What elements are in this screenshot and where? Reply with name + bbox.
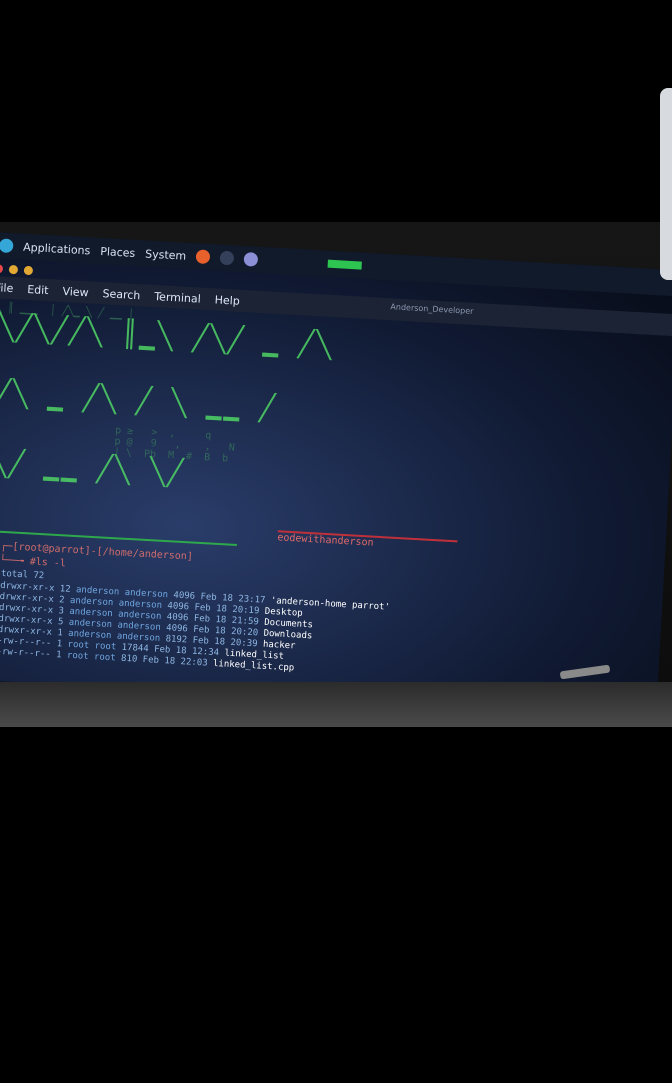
places-menu[interactable]: Places (100, 244, 136, 259)
maximize-icon[interactable] (23, 265, 34, 276)
menu-search[interactable]: Search (102, 287, 140, 302)
ls-size: 4096 (165, 623, 194, 635)
ls-group: root (93, 652, 122, 664)
laptop-screen: Applications Places System File Edit Vie… (0, 232, 672, 727)
firefox-icon[interactable] (195, 249, 211, 265)
prompt-user-text: [root@parrot] (12, 541, 91, 557)
terminal-icon[interactable] (219, 250, 235, 266)
ascii-banner-2: ╱╲ ▁ ╱╲ ╱ ╲ ▁▁ ╱ (0, 378, 278, 425)
ls-size: 810 (120, 653, 143, 665)
ls-group: root (94, 641, 122, 653)
laptop-bezel (0, 682, 672, 727)
close-icon[interactable] (0, 264, 4, 274)
command-text: #ls -l (29, 556, 67, 570)
menu-file[interactable]: File (0, 281, 14, 295)
ls-name: hacker (262, 639, 302, 652)
command-line: └──╼ #ls -l (0, 554, 67, 570)
ls-size: 4096 (166, 612, 195, 624)
laptop-photo: Applications Places System File Edit Vie… (0, 222, 672, 727)
window-controls (0, 264, 34, 276)
menu-help[interactable]: Help (214, 293, 240, 307)
terminal-body[interactable]: ╱╲ ║ ▁▁▁ │ ╱╲▁ ╲ ╱ ▁▁ │ ╲╱╲╱╱╲ ║▁╲ ╱╲╱ ▁… (0, 298, 672, 727)
ls-size: 17844 (121, 642, 155, 655)
menu-terminal[interactable]: Terminal (154, 290, 201, 306)
ls-owner: root (66, 650, 95, 663)
ls-size: 4096 (173, 590, 201, 603)
total-line: total 72 (0, 568, 45, 582)
ls-perm: -rw-r--r-- (0, 646, 57, 661)
minimize-icon[interactable] (8, 264, 19, 275)
ls-links: 12 (59, 584, 77, 596)
ls-size: 8192 (165, 634, 193, 646)
prompt-path-text: -[/home/anderson] (90, 545, 194, 563)
system-menu[interactable]: System (145, 247, 187, 262)
applications-menu[interactable]: Applications (23, 240, 91, 257)
ls-size: 4096 (167, 601, 195, 613)
menu-edit[interactable]: Edit (27, 282, 49, 296)
files-icon[interactable] (243, 252, 259, 267)
ascii-banner-1: ╲╱╲╱╱╲ ║▁╲ ╱╲╱ ▁ ╱╲ (0, 312, 335, 362)
edge-tab[interactable] (660, 88, 672, 280)
ls-owner: root (67, 639, 95, 652)
cpu-graph-icon (327, 259, 363, 270)
menu-view[interactable]: View (62, 284, 89, 298)
parrot-logo-icon[interactable] (0, 238, 14, 254)
